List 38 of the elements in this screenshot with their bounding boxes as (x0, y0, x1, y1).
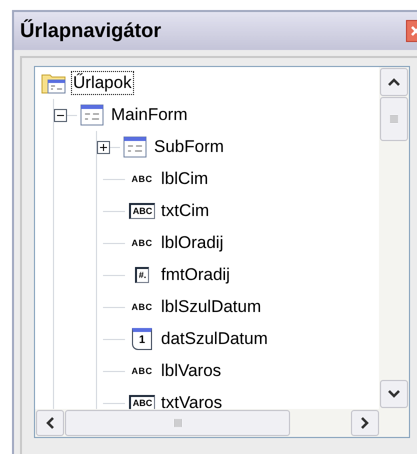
tree-item[interactable]: datSzulDatum (160, 328, 269, 350)
label-control-icon: ABC (132, 238, 152, 248)
scroll-up-button[interactable] (380, 68, 408, 96)
vertical-scrollbar[interactable] (379, 67, 409, 409)
label-control-icon: ABC (132, 302, 152, 312)
tree-item[interactable]: MainForm (110, 104, 189, 126)
formatted-field-icon: #. (134, 267, 150, 283)
tree-item[interactable]: txtCim (160, 200, 210, 222)
scrollbar-thumb[interactable] (380, 97, 408, 141)
tree-item[interactable]: lblOradij (160, 232, 224, 254)
window-title: Űrlapnavigátor (20, 18, 162, 44)
tree-item[interactable]: lblCim (160, 168, 210, 190)
form-icon (123, 136, 147, 158)
form-icon (80, 104, 104, 126)
scrollbar-thumb[interactable] (65, 410, 290, 436)
scroll-left-button[interactable] (36, 410, 64, 436)
tree-item[interactable]: SubForm (153, 136, 225, 158)
chevron-up-icon (388, 78, 400, 86)
label-control-icon: ABC (132, 366, 152, 376)
text-field-icon: ABC (128, 395, 156, 409)
grip-icon (174, 419, 182, 427)
text-field-icon: ABC (128, 203, 156, 219)
tree-item[interactable]: fmtOradij (160, 264, 231, 286)
tree-item[interactable]: lblVaros (160, 360, 222, 382)
horizontal-scrollbar[interactable] (35, 409, 409, 437)
label-control-icon: ABC (132, 174, 152, 184)
collapse-icon[interactable] (54, 108, 67, 122)
scroll-right-button[interactable] (351, 410, 379, 436)
tree-item[interactable]: txtVaros (160, 392, 224, 409)
scroll-down-button[interactable] (380, 380, 408, 408)
expand-icon[interactable] (97, 140, 110, 154)
calendar-icon: 1 (132, 328, 152, 350)
chevron-down-icon (388, 390, 400, 398)
chevron-left-icon (46, 417, 54, 429)
grip-icon (390, 115, 398, 123)
tree-item[interactable]: lblSzulDatum (160, 296, 262, 318)
chevron-right-icon (361, 417, 369, 429)
tree-item[interactable]: Űrlapok (72, 72, 133, 94)
